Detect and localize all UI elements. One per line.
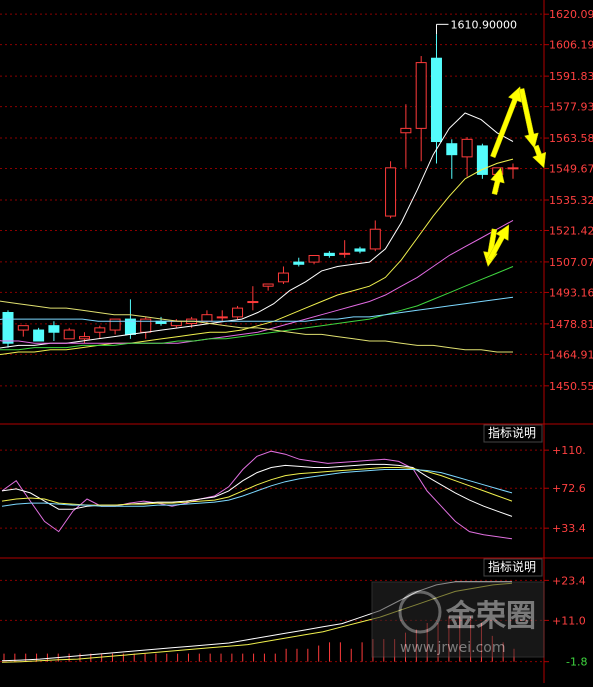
candle-body xyxy=(48,325,60,333)
indicator-1-tick-label: +110. xyxy=(552,444,586,457)
candle-body xyxy=(476,145,488,175)
indicator-2-tick-label: +11.0 xyxy=(552,614,586,627)
price-tick-label: 1450.55 xyxy=(549,380,593,393)
price-tick-label: 1620.09 xyxy=(549,8,593,21)
watermark: 金荣圈 www.jrwei.com xyxy=(371,581,545,658)
price-tick-label: 1535.32 xyxy=(549,194,593,207)
candle-body xyxy=(385,167,397,217)
stock-chart: 1620.09 1606.19 1591.83 1577.93 1563.58 1549.… xyxy=(0,0,593,683)
high-annotation-label: 1610.90000 xyxy=(450,18,516,31)
candle-body xyxy=(461,138,473,158)
price-tick-label: 1606.19 xyxy=(549,39,593,52)
candle-body xyxy=(277,272,289,283)
price-tick-label: 1549.67 xyxy=(549,163,593,176)
price-tick-label: 1563.58 xyxy=(549,132,593,145)
candle-body xyxy=(369,228,381,250)
candle-body xyxy=(339,252,351,255)
candle-body xyxy=(232,307,244,318)
candle-body xyxy=(17,325,29,331)
watermark-url: www.jrwei.com xyxy=(400,640,505,656)
candle-body xyxy=(109,318,121,331)
candle-body xyxy=(247,301,259,304)
candle-body xyxy=(293,261,305,265)
candle-body xyxy=(262,283,274,287)
candle-body xyxy=(170,320,182,327)
candle-body xyxy=(79,336,91,340)
candle-body xyxy=(415,62,427,129)
indicator-1-label[interactable]: 指标说明 xyxy=(488,425,536,440)
candle-body xyxy=(446,143,458,156)
price-tick-label: 1521.42 xyxy=(549,224,593,237)
candle-body xyxy=(2,312,14,344)
candle-body xyxy=(507,167,519,170)
chart-canvas: 1620.09 1606.19 1591.83 1577.93 1563.58 1549.… xyxy=(0,0,593,683)
price-tick-label: 1493.16 xyxy=(549,286,593,299)
candle-body xyxy=(216,316,228,319)
price-tick-label: 1577.93 xyxy=(549,101,593,114)
indicator-1-tick-label: +72.6 xyxy=(552,482,586,495)
candle-body xyxy=(94,327,106,333)
candle-body xyxy=(354,248,366,252)
price-tick-label: 1507.07 xyxy=(549,256,593,269)
candle-body xyxy=(323,252,335,257)
candle-body xyxy=(400,127,412,134)
price-tick-label: 1591.83 xyxy=(549,70,593,83)
indicator-2-label[interactable]: 指标说明 xyxy=(488,559,536,574)
candle-body xyxy=(308,255,320,263)
price-tick-label: 1478.81 xyxy=(549,318,593,331)
candle-body xyxy=(430,57,442,143)
candle-body xyxy=(63,329,75,340)
watermark-text: 金荣圈 xyxy=(445,599,536,634)
price-tick-label: 1464.91 xyxy=(549,348,593,361)
indicator-1-tick-label: +33.4 xyxy=(552,522,586,535)
candle-body xyxy=(201,314,213,322)
indicator-2-tick-label: -1.8 xyxy=(566,656,587,669)
indicator-2-tick-label: +23.4 xyxy=(552,574,586,587)
candle-body xyxy=(33,329,45,342)
